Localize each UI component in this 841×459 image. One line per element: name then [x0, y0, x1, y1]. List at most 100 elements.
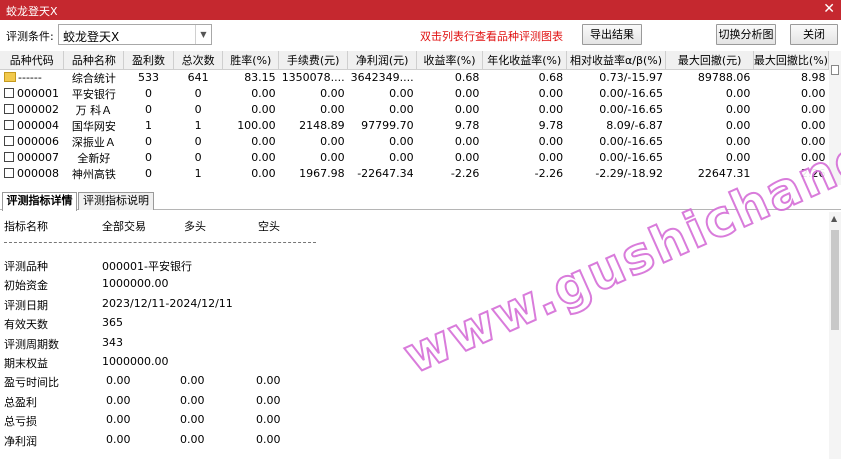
cell-code: 000001: [0, 86, 64, 102]
checkbox[interactable]: [4, 104, 14, 114]
switch-chart-button[interactable]: 切换分析图: [716, 24, 776, 45]
detail-value-all: 0.00: [106, 413, 131, 427]
cell-profit: 3642349....: [350, 71, 414, 84]
table-row[interactable]: ------ 综合统计 533 641 83.15 1350078.... 3642349.…: [0, 69, 829, 86]
column-header[interactable]: 收益率(%): [416, 51, 483, 70]
cell-win: 1: [145, 119, 153, 132]
table-row[interactable]: 000001 平安银行 0 0 0.00 0.00 0.00 0.00 0.00 0.00/-16…: [0, 86, 829, 102]
cell-name: 万 科Ａ: [75, 103, 113, 117]
condition-label: 评测条件:: [6, 30, 54, 43]
scroll-thumb[interactable]: [831, 230, 839, 330]
detail-value: 1000000.00: [102, 277, 169, 291]
cell-total: 0: [194, 135, 202, 148]
column-header[interactable]: 最大回撤比(%): [753, 51, 829, 70]
cell-ret: -2.26: [450, 167, 480, 180]
close-icon[interactable]: ✕: [823, 1, 835, 17]
cell-ret: 0.68: [454, 71, 480, 84]
table-row[interactable]: 000007 全新好 0 0 0.00 0.00 0.00 0.00 0.00 0.00/-16.…: [0, 150, 829, 166]
checkbox[interactable]: [4, 120, 14, 130]
folder-icon: [4, 72, 16, 82]
cell-profit: 0.00: [389, 135, 414, 148]
condition-select[interactable]: 蛟龙登天X ▼: [58, 24, 212, 45]
cell-fee: 0.00: [320, 135, 345, 148]
cell-win: 0: [145, 151, 153, 164]
detail-header-long: 多头: [184, 220, 206, 233]
detail-label: 评测周期数: [4, 337, 59, 351]
column-header[interactable]: 盈利数: [123, 51, 174, 70]
column-header[interactable]: 最大回撤(元): [665, 51, 754, 70]
cell-rate: 0.00: [251, 103, 276, 116]
close-button[interactable]: 关闭: [790, 24, 838, 45]
cell-fee: 0.00: [320, 87, 345, 100]
cell-annual: 9.78: [538, 119, 564, 132]
condition-value: 蛟龙登天X: [63, 30, 120, 44]
cell-profit: 0.00: [389, 151, 414, 164]
cell-dd: 0.00: [725, 103, 751, 116]
scroll-up-icon[interactable]: ▲: [831, 214, 837, 223]
tab-indicator-explanation[interactable]: 评测指标说明: [78, 192, 154, 210]
column-header[interactable]: 年化收益率(%): [482, 51, 567, 70]
table-header-row: 品种代码 品种名称 盈利数 总次数 胜率(%) 手续费(元) 净利润(元) 收益…: [0, 51, 829, 70]
table-scrollbar[interactable]: [829, 51, 841, 185]
checkbox[interactable]: [4, 168, 14, 178]
cell-code: 000008: [0, 166, 64, 182]
cell-rel: 0.00/-16.65: [599, 135, 663, 148]
detail-scrollbar[interactable]: ▲: [829, 212, 841, 459]
cell-rel: 0.00/-16.65: [599, 151, 663, 164]
checkbox[interactable]: [4, 136, 14, 146]
column-header[interactable]: 胜率(%): [222, 51, 280, 70]
table-row[interactable]: 000004 国华网安 1 1 100.00 2148.89 97799.70 9.78 9.7…: [0, 118, 829, 134]
cell-dd: 0.00: [725, 151, 751, 164]
column-header[interactable]: 总次数: [173, 51, 224, 70]
chevron-down-icon[interactable]: ▼: [195, 25, 211, 44]
detail-label: 总亏损: [4, 415, 37, 429]
checkbox[interactable]: [4, 152, 14, 162]
detail-label: 评测品种: [4, 260, 48, 273]
table-row[interactable]: 000002 万 科Ａ 0 0 0.00 0.00 0.00 0.00 0.00 0.00/-16…: [0, 102, 829, 118]
scroll-thumb[interactable]: [831, 65, 839, 75]
detail-header-name: 指标名称: [4, 220, 48, 233]
cell-total: 1: [194, 167, 202, 180]
checkbox[interactable]: [4, 88, 14, 98]
cell-fee: 1350078....: [281, 71, 345, 84]
window-title: 蛟龙登天X: [6, 5, 58, 18]
cell-total: 0: [194, 151, 202, 164]
column-header[interactable]: 品种名称: [63, 51, 125, 70]
tab-indicator-details[interactable]: 评测指标详情: [2, 192, 77, 211]
detail-header-short: 空头: [258, 220, 280, 233]
cell-profit: 97799.70: [361, 119, 414, 132]
table-row[interactable]: 000008 神州高铁 0 1 0.00 1967.98 -22647.34 -2.26 -2.…: [0, 166, 829, 182]
detail-value: 1000000.00: [102, 355, 169, 368]
cell-win: 0: [145, 167, 153, 180]
column-header[interactable]: 品种代码: [0, 51, 65, 70]
cell-text: 000007: [17, 151, 59, 164]
table-row[interactable]: 000006 深振业Ａ 0 0 0.00 0.00 0.00 0.00 0.00 0.00/-16…: [0, 134, 829, 150]
cell-code: 000004: [0, 118, 64, 134]
export-button[interactable]: 导出结果: [582, 24, 642, 45]
cell-annual: 0.00: [538, 103, 564, 116]
detail-value-all: 0.00: [106, 432, 131, 446]
detail-value-long: 0.00: [180, 413, 205, 427]
cell-ret: 9.78: [454, 119, 480, 132]
cell-text: 000004: [17, 119, 59, 132]
cell-rel: 0.00/-16.65: [599, 103, 663, 116]
cell-win: 0: [145, 87, 153, 100]
cell-name: 全新好: [77, 151, 111, 165]
cell-ret: 0.00: [454, 151, 480, 164]
cell-annual: 0.00: [538, 151, 564, 164]
cell-text: 000001: [17, 87, 59, 100]
detail-value: 2023/12/11-2024/12/11: [102, 296, 233, 310]
column-header[interactable]: 净利润(元): [347, 51, 418, 70]
cell-rel: 0.73/-15.97: [599, 71, 663, 84]
column-header[interactable]: 手续费(元): [278, 51, 349, 70]
cell-name: 神州高铁: [71, 167, 116, 181]
cell-dd: 0.00: [725, 87, 751, 100]
cell-dd: 22647.31: [697, 167, 751, 180]
cell-ret: 0.00: [454, 87, 480, 100]
cell-ddr: 0.00: [801, 151, 826, 164]
cell-rate: 0.00: [251, 151, 276, 164]
column-header[interactable]: 相对收益率α/β(%): [566, 51, 667, 70]
cell-win: 533: [138, 71, 160, 84]
cell-dd: 89788.06: [697, 71, 751, 84]
detail-panel: 指标名称 全部交易 多头 空头 评测品种 000001-平安银行 初始资金 10000…: [0, 212, 829, 459]
